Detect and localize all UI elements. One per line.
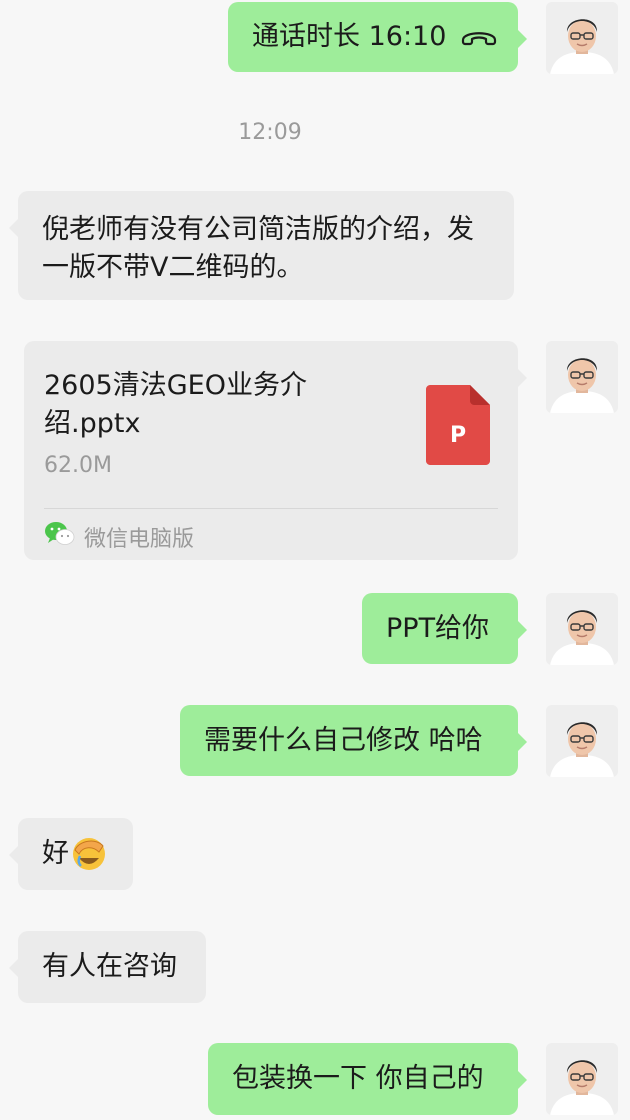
message-text-line: 倪老师有没有公司简洁版的介绍，发 [42,214,474,245]
outgoing-message-bubble[interactable]: PPT给你 [362,593,527,664]
avatar[interactable] [546,705,618,777]
phone-hangup-icon [460,27,498,47]
outgoing-message-bubble[interactable]: 包装换一下 你自己的 [208,1043,527,1115]
avatar[interactable] [546,341,618,413]
avatar[interactable] [546,1043,618,1115]
message-text: 包装换一下 你自己的 [232,1063,484,1094]
chat-area: 通话时长 16:10 12:09 倪老师有没有公司简洁版的介绍，发 一版不带V二… [0,0,630,1120]
call-duration-text: 通话时长 16:10 [252,21,447,52]
file-source: 微信电脑版 [44,521,194,553]
file-size: 62.0M [44,453,112,478]
file-message-card[interactable]: 2605清法GEO业务介绍.pptx 62.0M P 微信电脑版 [24,341,527,560]
message-text: 有人在咨询 [42,951,177,982]
avatar[interactable] [546,2,618,74]
avatar[interactable] [546,593,618,665]
message-text: 需要什么自己修改 哈哈 [204,724,483,756]
facepalm-emoji [71,836,107,872]
message-text-line: 一版不带V二维码的。 [42,252,304,283]
incoming-message-bubble[interactable]: 有人在咨询 [9,931,206,1003]
message-timestamp: 12:09 [238,120,302,145]
ppt-letter: P [450,423,466,448]
call-duration-bubble[interactable]: 通话时长 16:10 [228,2,527,72]
incoming-message-bubble[interactable]: 倪老师有没有公司简洁版的介绍，发 一版不带V二维码的。 [9,191,514,300]
file-source-text: 微信电脑版 [84,527,195,552]
message-text: PPT给你 [386,612,490,644]
outgoing-message-bubble[interactable]: 需要什么自己修改 哈哈 [180,705,527,776]
file-name: 2605清法GEO业务介绍.pptx [44,370,307,439]
ppt-file-icon: P [426,385,490,465]
incoming-message-bubble[interactable]: 好 [9,818,133,890]
wechat-icon [44,521,76,553]
message-text: 好 [42,838,69,869]
file-card-divider [44,508,498,509]
